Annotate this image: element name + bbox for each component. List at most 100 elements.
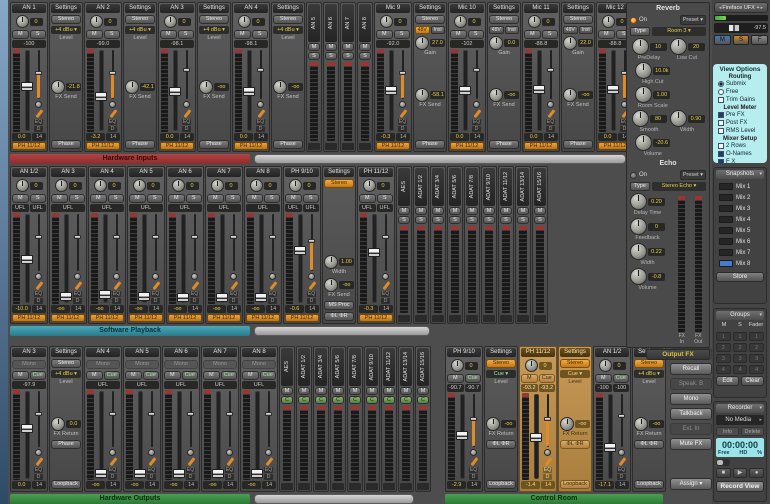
snapshot-item[interactable]: Mix 1 [716,181,764,192]
fx-send-handle[interactable] [109,71,116,76]
eq-chip[interactable]: EQ [34,119,43,125]
fx-send-fader[interactable] [148,390,155,448]
snapshot-slot[interactable] [719,194,733,201]
eq-chip[interactable]: EQ [256,119,265,125]
group-s-2[interactable]: 2 [732,343,748,352]
mute-button[interactable]: M [449,207,461,215]
snapshot-slot[interactable] [719,238,733,245]
option-rms-level[interactable]: RMS Level [714,127,766,135]
dyn-chip[interactable]: D [472,126,481,132]
echo-type-button[interactable]: Type [630,182,650,191]
assign-button[interactable]: PH 11/12 [285,314,319,322]
pan-knob[interactable] [15,179,29,192]
ext-in-button[interactable]: Ext. In [670,423,712,435]
dyn-chip[interactable]: D [229,298,238,304]
group-fader-2[interactable]: 2 [749,343,764,352]
option-free[interactable]: Free [714,88,766,96]
mute-button[interactable]: M [308,43,320,51]
fader-handle[interactable] [21,82,33,92]
option-f-x[interactable]: F X [714,158,766,166]
mute-button[interactable]: M [234,30,251,39]
solo-button[interactable]: S [308,52,320,60]
mini-knob[interactable] [187,449,194,456]
snapshot-item[interactable]: Mix 6 [716,236,764,247]
solo-button[interactable]: S [177,30,194,39]
mute-button[interactable]: M [483,207,495,215]
fx-send-fader[interactable] [473,49,480,100]
fader-handle[interactable] [134,469,146,479]
recorder-delete-button[interactable]: Delete [741,427,764,436]
stereo-button[interactable]: Stereo [273,15,303,24]
width-knob[interactable] [324,255,338,269]
fx-send-fader[interactable] [308,213,315,272]
fx-send-knob[interactable] [51,80,65,94]
room-scale-knob[interactable] [635,86,653,103]
volume-fader[interactable] [134,390,146,480]
mini-knob[interactable] [35,273,42,280]
fx-send-handle[interactable] [191,235,198,240]
loopback-button[interactable]: Loopback [560,480,590,489]
cue-button[interactable]: C [417,396,429,404]
pan-knob[interactable] [237,15,251,28]
fader-handle[interactable] [173,469,185,479]
width-knob[interactable] [669,110,687,127]
fx-send-handle[interactable] [74,235,81,240]
tab-output-fx[interactable]: Output FX [646,349,710,360]
4-dbu-select[interactable]: +4 dBu ▾ [125,26,155,34]
fx-send-handle[interactable] [470,417,477,422]
fader-handle[interactable] [21,254,33,264]
tools-icon[interactable] [399,109,407,118]
pan-knob[interactable] [15,15,29,28]
group-s-3[interactable]: 3 [732,354,748,363]
inst-button[interactable]: Inst [504,26,519,34]
ms-proc-button[interactable]: MS Proc [324,301,354,310]
solo-button[interactable]: S [107,194,124,203]
cue-button[interactable]: C [366,396,378,404]
gain-knob[interactable] [563,36,577,50]
mini-knob[interactable] [148,449,155,456]
eq-chip[interactable]: EQ [381,291,390,297]
fx-return-knob[interactable] [486,416,500,431]
pan-knob[interactable] [453,15,467,28]
solo-button[interactable]: S [449,216,461,224]
fx-send-fader[interactable] [152,213,159,272]
tools-icon[interactable] [148,457,156,466]
group-s-4[interactable]: 4 [732,365,748,374]
cue-select[interactable]: Cue ▾ [560,370,590,378]
mute-fx-button[interactable]: Mute FX [670,438,712,450]
mute-button[interactable]: M [242,371,259,380]
solo-button[interactable]: S [342,52,354,60]
predelay-knob[interactable] [631,38,649,55]
group-s-1[interactable]: 1 [732,332,748,341]
fx-send-handle[interactable] [148,412,155,417]
mini-knob[interactable] [257,101,264,108]
pan-knob[interactable] [171,179,185,192]
tools-icon[interactable] [187,457,195,466]
solo-button[interactable]: S [359,52,371,60]
mute-button[interactable]: M [383,387,395,395]
checkbox-icon[interactable] [718,97,724,103]
tools-icon[interactable] [265,457,273,466]
checkbox-icon[interactable] [718,128,724,134]
mini-knob[interactable] [308,273,315,280]
fx-send-handle[interactable] [547,68,554,73]
mute-button[interactable]: M [207,194,224,203]
assign-button[interactable]: PH 11/12 [90,314,124,322]
tools-icon[interactable] [191,281,199,290]
fx-send-handle[interactable] [399,71,406,76]
cue-button[interactable]: Cue [103,371,120,380]
tools-icon[interactable] [35,109,43,118]
inst-button[interactable]: Inst [578,26,593,34]
low-cut-knob[interactable] [669,38,687,55]
solo-button[interactable]: S [466,216,478,224]
solo-button[interactable]: S [325,52,337,60]
reverb-type-value[interactable]: Room 3 ▾ [651,27,706,36]
option-2-rows[interactable]: 2 Rows [714,142,766,150]
mute-button[interactable]: M [400,387,412,395]
solo-button[interactable]: S [517,216,529,224]
solo-button[interactable]: S [29,30,46,39]
fx-send-handle[interactable] [257,68,264,73]
radio-icon[interactable] [718,81,724,87]
tools-icon[interactable] [152,281,160,290]
mute-button[interactable]: M [359,43,371,51]
